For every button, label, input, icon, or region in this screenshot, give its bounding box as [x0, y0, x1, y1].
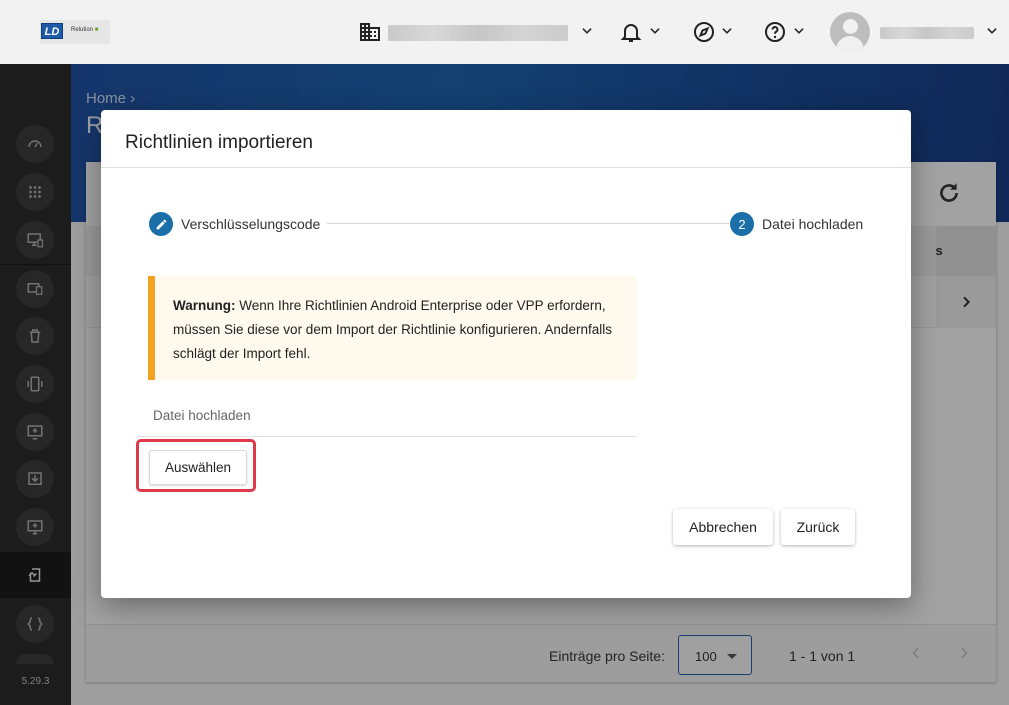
chevron-down-icon[interactable]: [580, 24, 594, 38]
organization-name-redacted[interactable]: [388, 25, 568, 41]
compass-icon[interactable]: [692, 20, 716, 44]
step-label: Datei hochladen: [762, 216, 864, 232]
app-logo[interactable]: LD Relution ■: [40, 20, 110, 44]
import-policies-dialog: Richtlinien importieren Verschlüsselungs…: [101, 110, 911, 598]
warning-label: Warnung:: [173, 298, 236, 313]
dialog-divider: [101, 167, 911, 168]
organization-icon[interactable]: [358, 20, 382, 44]
help-icon[interactable]: [763, 20, 787, 44]
logo-mark: LD: [41, 23, 63, 39]
bell-icon[interactable]: [619, 20, 643, 44]
upload-label: Datei hochladen: [153, 408, 251, 423]
upload-divider: [137, 436, 637, 437]
warning-text: Warnung: Wenn Ihre Richtlinien Android E…: [173, 298, 612, 361]
choose-file-button[interactable]: Auswählen: [149, 450, 247, 485]
cancel-button[interactable]: Abbrechen: [673, 509, 773, 545]
step-label: Verschlüsselungscode: [181, 216, 321, 232]
pencil-icon: [149, 212, 173, 236]
chevron-down-icon[interactable]: [985, 24, 999, 38]
stepper-connector: [327, 223, 729, 224]
user-name-redacted[interactable]: [880, 27, 974, 39]
dialog-title: Richtlinien importieren: [125, 132, 313, 153]
chevron-down-icon[interactable]: [720, 24, 734, 38]
back-button[interactable]: Zurück: [781, 509, 855, 545]
chevron-down-icon[interactable]: [648, 24, 662, 38]
logo-subtext: Relution ■: [71, 27, 99, 33]
warning-box: Warnung: Wenn Ihre Richtlinien Android E…: [148, 276, 637, 380]
top-bar: LD Relution ■: [0, 0, 1009, 64]
step-number: 2: [730, 212, 754, 236]
step-encryption-code[interactable]: Verschlüsselungscode: [149, 212, 320, 236]
step-upload-file[interactable]: 2 Datei hochladen: [730, 212, 863, 236]
chevron-down-icon[interactable]: [792, 24, 806, 38]
avatar[interactable]: [830, 12, 870, 52]
